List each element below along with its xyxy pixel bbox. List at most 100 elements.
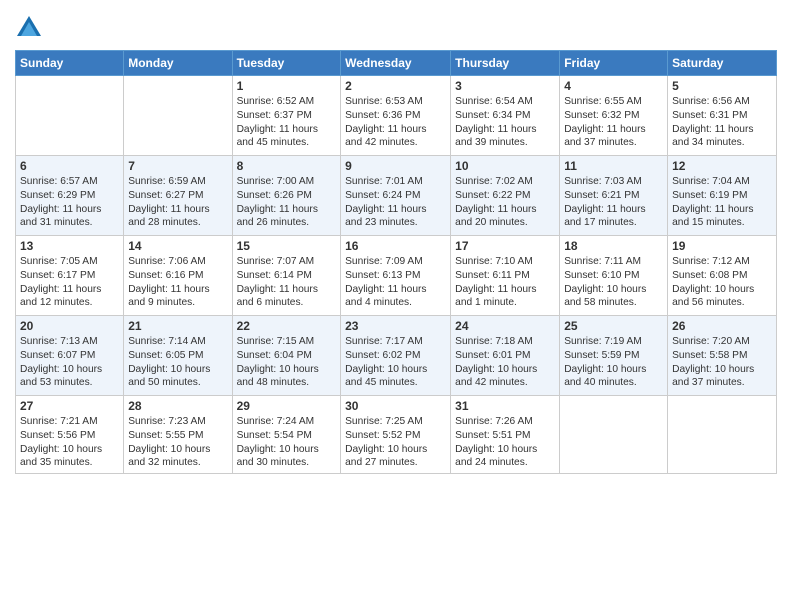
day-info: Sunrise: 7:26 AM Sunset: 5:51 PM Dayligh…	[455, 415, 555, 470]
day-info: Sunrise: 6:56 AM Sunset: 6:31 PM Dayligh…	[672, 95, 772, 150]
day-cell: 17 Sunrise: 7:10 AM Sunset: 6:11 PM Dayli…	[451, 236, 560, 316]
day-info: Sunrise: 7:04 AM Sunset: 6:19 PM Dayligh…	[672, 175, 772, 230]
day-cell	[560, 396, 668, 474]
day-number: 14	[128, 239, 227, 253]
day-info: Sunrise: 7:05 AM Sunset: 6:17 PM Dayligh…	[20, 255, 119, 310]
page: SundayMondayTuesdayWednesdayThursdayFrid…	[0, 0, 792, 612]
day-number: 4	[564, 79, 663, 93]
day-info: Sunrise: 7:03 AM Sunset: 6:21 PM Dayligh…	[564, 175, 663, 230]
day-info: Sunrise: 7:21 AM Sunset: 5:56 PM Dayligh…	[20, 415, 119, 470]
header	[15, 10, 777, 42]
day-number: 8	[237, 159, 337, 173]
day-cell: 5 Sunrise: 6:56 AM Sunset: 6:31 PM Daylig…	[668, 76, 777, 156]
day-info: Sunrise: 7:19 AM Sunset: 5:59 PM Dayligh…	[564, 335, 663, 390]
day-info: Sunrise: 7:18 AM Sunset: 6:01 PM Dayligh…	[455, 335, 555, 390]
day-number: 30	[345, 399, 446, 413]
day-number: 17	[455, 239, 555, 253]
day-cell: 14Sunrise: 7:06 AM Sunset: 6:16 PM Dayli…	[124, 236, 232, 316]
day-cell: 28 Sunrise: 7:23 AM Sunset: 5:55 PM Dayli…	[124, 396, 232, 474]
week-row-5: 27 Sunrise: 7:21 AM Sunset: 5:56 PM Dayli…	[16, 396, 777, 474]
day-cell: 11 Sunrise: 7:03 AM Sunset: 6:21 PM Dayli…	[560, 156, 668, 236]
day-number: 12	[672, 159, 772, 173]
day-number: 3	[455, 79, 555, 93]
day-number: 25	[564, 319, 663, 333]
day-cell: 23Sunrise: 7:17 AM Sunset: 6:02 PM Dayli…	[341, 316, 451, 396]
day-cell	[124, 76, 232, 156]
day-info: Sunrise: 6:54 AM Sunset: 6:34 PM Dayligh…	[455, 95, 555, 150]
day-cell: 26Sunrise: 7:20 AM Sunset: 5:58 PM Dayli…	[668, 316, 777, 396]
day-number: 29	[237, 399, 337, 413]
day-cell: 24 Sunrise: 7:18 AM Sunset: 6:01 PM Dayli…	[451, 316, 560, 396]
day-number: 5	[672, 79, 772, 93]
col-header-saturday: Saturday	[668, 51, 777, 76]
day-cell: 20Sunrise: 7:13 AM Sunset: 6:07 PM Dayli…	[16, 316, 124, 396]
day-info: Sunrise: 7:14 AM Sunset: 6:05 PM Dayligh…	[128, 335, 227, 390]
day-number: 23	[345, 319, 446, 333]
col-header-tuesday: Tuesday	[232, 51, 341, 76]
day-info: Sunrise: 7:01 AM Sunset: 6:24 PM Dayligh…	[345, 175, 446, 230]
day-info: Sunrise: 7:20 AM Sunset: 5:58 PM Dayligh…	[672, 335, 772, 390]
day-number: 16	[345, 239, 446, 253]
day-cell	[16, 76, 124, 156]
day-cell	[668, 396, 777, 474]
day-info: Sunrise: 6:53 AM Sunset: 6:36 PM Dayligh…	[345, 95, 446, 150]
calendar-table: SundayMondayTuesdayWednesdayThursdayFrid…	[15, 50, 777, 474]
day-cell: 25 Sunrise: 7:19 AM Sunset: 5:59 PM Dayli…	[560, 316, 668, 396]
day-number: 11	[564, 159, 663, 173]
day-info: Sunrise: 7:25 AM Sunset: 5:52 PM Dayligh…	[345, 415, 446, 470]
day-cell: 29 Sunrise: 7:24 AM Sunset: 5:54 PM Dayli…	[232, 396, 341, 474]
day-number: 7	[128, 159, 227, 173]
day-number: 1	[237, 79, 337, 93]
header-row: SundayMondayTuesdayWednesdayThursdayFrid…	[16, 51, 777, 76]
day-info: Sunrise: 6:55 AM Sunset: 6:32 PM Dayligh…	[564, 95, 663, 150]
day-number: 10	[455, 159, 555, 173]
day-info: Sunrise: 7:02 AM Sunset: 6:22 PM Dayligh…	[455, 175, 555, 230]
day-cell: 7Sunrise: 6:59 AM Sunset: 6:27 PM Daylig…	[124, 156, 232, 236]
day-cell: 8Sunrise: 7:00 AM Sunset: 6:26 PM Daylig…	[232, 156, 341, 236]
day-number: 15	[237, 239, 337, 253]
day-number: 9	[345, 159, 446, 173]
day-info: Sunrise: 7:24 AM Sunset: 5:54 PM Dayligh…	[237, 415, 337, 470]
day-info: Sunrise: 7:10 AM Sunset: 6:11 PM Dayligh…	[455, 255, 555, 310]
day-number: 31	[455, 399, 555, 413]
day-info: Sunrise: 6:52 AM Sunset: 6:37 PM Dayligh…	[237, 95, 337, 150]
day-cell: 21 Sunrise: 7:14 AM Sunset: 6:05 PM Dayli…	[124, 316, 232, 396]
week-row-2: 6Sunrise: 6:57 AM Sunset: 6:29 PM Daylig…	[16, 156, 777, 236]
day-number: 27	[20, 399, 119, 413]
day-number: 24	[455, 319, 555, 333]
logo-icon	[15, 14, 43, 42]
day-number: 21	[128, 319, 227, 333]
day-info: Sunrise: 7:13 AM Sunset: 6:07 PM Dayligh…	[20, 335, 119, 390]
day-cell: 10 Sunrise: 7:02 AM Sunset: 6:22 PM Dayli…	[451, 156, 560, 236]
day-info: Sunrise: 7:23 AM Sunset: 5:55 PM Dayligh…	[128, 415, 227, 470]
day-cell: 12 Sunrise: 7:04 AM Sunset: 6:19 PM Dayli…	[668, 156, 777, 236]
day-number: 28	[128, 399, 227, 413]
day-number: 19	[672, 239, 772, 253]
col-header-wednesday: Wednesday	[341, 51, 451, 76]
col-header-thursday: Thursday	[451, 51, 560, 76]
day-cell: 13 Sunrise: 7:05 AM Sunset: 6:17 PM Dayli…	[16, 236, 124, 316]
day-cell: 2 Sunrise: 6:53 AM Sunset: 6:36 PM Daylig…	[341, 76, 451, 156]
day-info: Sunrise: 7:11 AM Sunset: 6:10 PM Dayligh…	[564, 255, 663, 310]
day-cell: 16 Sunrise: 7:09 AM Sunset: 6:13 PM Dayli…	[341, 236, 451, 316]
day-info: Sunrise: 7:12 AM Sunset: 6:08 PM Dayligh…	[672, 255, 772, 310]
day-number: 6	[20, 159, 119, 173]
day-cell: 31 Sunrise: 7:26 AM Sunset: 5:51 PM Dayli…	[451, 396, 560, 474]
day-cell: 18 Sunrise: 7:11 AM Sunset: 6:10 PM Dayli…	[560, 236, 668, 316]
col-header-sunday: Sunday	[16, 51, 124, 76]
day-number: 18	[564, 239, 663, 253]
day-cell: 4 Sunrise: 6:55 AM Sunset: 6:32 PM Daylig…	[560, 76, 668, 156]
day-number: 13	[20, 239, 119, 253]
day-cell: 22Sunrise: 7:15 AM Sunset: 6:04 PM Dayli…	[232, 316, 341, 396]
day-cell: 1 Sunrise: 6:52 AM Sunset: 6:37 PM Daylig…	[232, 76, 341, 156]
day-cell: 27 Sunrise: 7:21 AM Sunset: 5:56 PM Dayli…	[16, 396, 124, 474]
week-row-4: 20Sunrise: 7:13 AM Sunset: 6:07 PM Dayli…	[16, 316, 777, 396]
day-number: 2	[345, 79, 446, 93]
col-header-monday: Monday	[124, 51, 232, 76]
day-cell: 30 Sunrise: 7:25 AM Sunset: 5:52 PM Dayli…	[341, 396, 451, 474]
day-number: 22	[237, 319, 337, 333]
week-row-1: 1 Sunrise: 6:52 AM Sunset: 6:37 PM Daylig…	[16, 76, 777, 156]
logo	[15, 14, 45, 42]
day-info: Sunrise: 7:07 AM Sunset: 6:14 PM Dayligh…	[237, 255, 337, 310]
day-info: Sunrise: 7:09 AM Sunset: 6:13 PM Dayligh…	[345, 255, 446, 310]
